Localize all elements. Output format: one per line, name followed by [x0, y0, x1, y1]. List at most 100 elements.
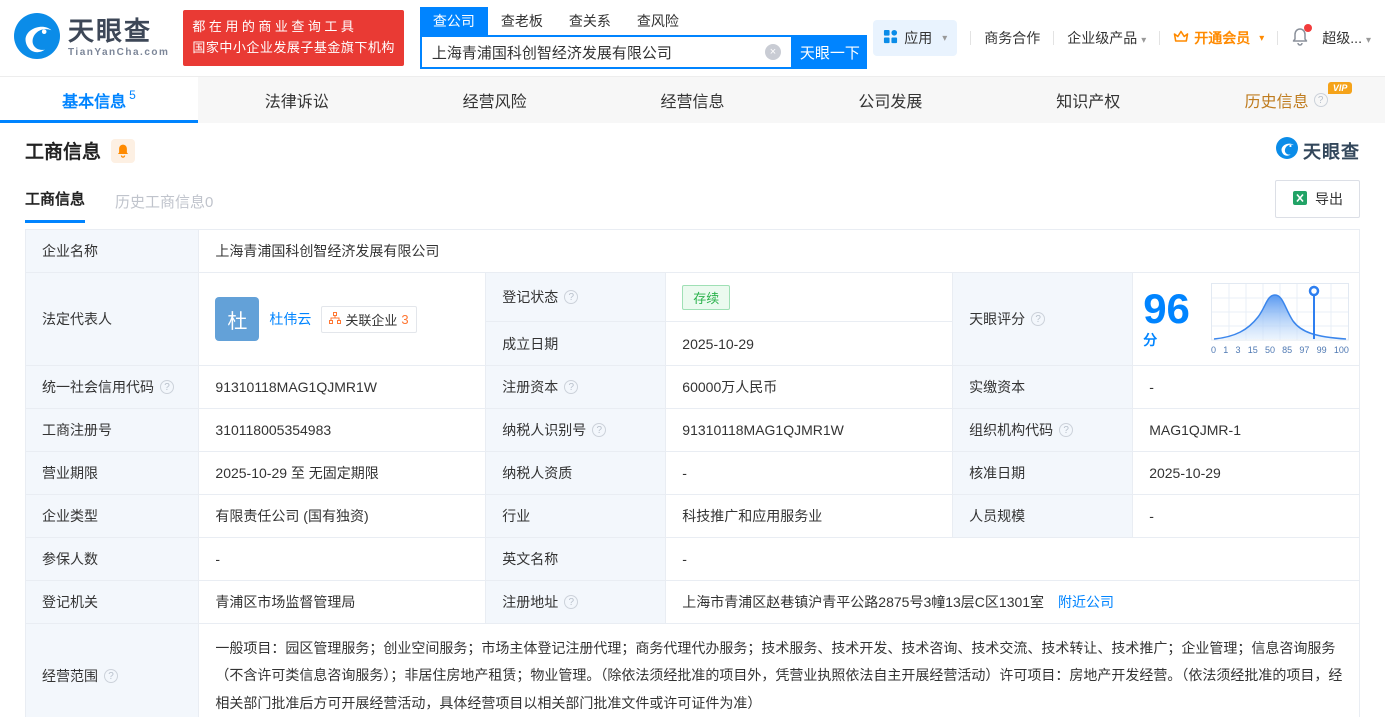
help-icon[interactable] — [1031, 312, 1046, 326]
field-label: 天眼评分 — [952, 272, 1134, 366]
help-icon[interactable] — [592, 423, 607, 437]
field-value: - — [665, 537, 1360, 581]
table-row: 参保人数 - 英文名称 - — [24, 537, 1360, 581]
promo-line1: 都在用的商业查询工具 — [192, 19, 358, 35]
field-label: 法定代表人 — [24, 272, 200, 366]
table-row: 经营范围 一般项目：园区管理服务；创业空间服务；市场主体登记注册代理；商务代理代… — [24, 623, 1360, 717]
field-value: 2025-10-29 至 无固定期限 — [198, 451, 487, 495]
field-label: 企业类型 — [24, 494, 200, 538]
field-value: - — [665, 451, 954, 495]
tab-company-development[interactable]: 公司发展 — [791, 77, 989, 123]
divider — [1159, 31, 1161, 45]
field-value: - — [198, 537, 487, 581]
notifications-bell-icon[interactable] — [1291, 24, 1313, 49]
field-label: 组织机构代码 — [952, 408, 1134, 452]
subscribe-bell-icon[interactable] — [111, 138, 136, 163]
watermark-text: 天眼查 — [1303, 141, 1360, 162]
table-row: 企业名称 上海青浦国科创智经济发展有限公司 — [24, 229, 1360, 273]
field-value: 上海市青浦区赵巷镇沪青平公路2875号3幢13层C区1301室 附近公司 — [665, 580, 1360, 624]
user-account-menu[interactable]: 超级... — [1322, 28, 1371, 48]
tab-history-info[interactable]: VIP 历史信息 — [1187, 77, 1385, 123]
top-header: 天眼查 TianYanCha.com 都在用的商业查询工具 国家中小企业发展子基… — [0, 0, 1385, 76]
related-companies-badge[interactable]: 关联企业 3 — [321, 305, 417, 333]
field-value: - — [1132, 494, 1360, 538]
tianyancha-swirl-icon — [14, 12, 60, 64]
clear-search-icon[interactable] — [764, 44, 781, 60]
business-scope-value: 一般项目：园区管理服务；创业空间服务；市场主体登记注册代理；商务代理代办服务；技… — [198, 623, 1360, 717]
tab-legal-proceedings[interactable]: 法律诉讼 — [198, 77, 396, 123]
field-label: 登记状态 — [485, 271, 667, 323]
field-label: 经营范围 — [24, 623, 200, 717]
nearby-companies-link[interactable]: 附近公司 — [1058, 594, 1114, 610]
help-icon[interactable] — [564, 595, 579, 609]
brand-name: 天眼查 — [68, 16, 153, 46]
field-label: 企业名称 — [24, 229, 200, 273]
field-value: 2025-10-29 — [665, 321, 954, 366]
help-icon[interactable] — [1313, 93, 1328, 107]
field-value: - — [1132, 365, 1360, 409]
company-name-value: 上海青浦国科创智经济发展有限公司 — [198, 229, 1360, 273]
tab-operating-info[interactable]: 经营信息 — [594, 77, 792, 123]
tab-basic-info[interactable]: 基本信息 5 — [0, 77, 198, 123]
table-row: 登记机关 青浦区市场监督管理局 注册地址 上海市青浦区赵巷镇沪青平公路2875号… — [24, 580, 1360, 624]
help-icon[interactable] — [564, 380, 579, 394]
open-vip-button[interactable]: 开通会员 — [1173, 28, 1264, 48]
search-tab-company[interactable]: 查公司 — [419, 7, 488, 35]
tianyancha-logo[interactable]: 天眼查 TianYanCha.com — [14, 12, 170, 64]
field-label: 纳税人资质 — [485, 451, 667, 495]
search-input[interactable]: 上海青浦国科创智经济发展有限公司 — [419, 35, 793, 69]
field-value: 60000万人民币 — [665, 365, 954, 409]
search-tab-risk[interactable]: 查风险 — [624, 7, 692, 35]
field-label: 行业 — [485, 494, 667, 538]
header-nav: 应用 商务合作 企业级产品 开通会员 超级... — [873, 20, 1371, 56]
vip-badge: VIP — [1327, 82, 1353, 94]
export-button[interactable]: 导出 — [1275, 180, 1360, 218]
table-row: 统一社会信用代码 91310118MAG1QJMR1W 注册资本 60000万人… — [24, 365, 1360, 409]
nav-enterprise-products[interactable]: 企业级产品 — [1067, 28, 1146, 48]
search-tab-boss[interactable]: 查老板 — [488, 7, 556, 35]
crown-icon — [1173, 30, 1189, 47]
field-value: 有限责任公司 (国有独资) — [198, 494, 487, 538]
legal-rep-avatar[interactable]: 杜 — [215, 297, 260, 341]
legal-rep-link[interactable]: 杜伟云 — [269, 309, 311, 329]
help-icon[interactable] — [1059, 423, 1074, 437]
org-chart-icon — [329, 311, 342, 327]
score-distribution-chart: 0 1 3 15 50 85 97 99 100 — [1211, 283, 1349, 355]
search-button[interactable]: 天眼一下 — [792, 35, 867, 69]
section-title: 工商信息 — [25, 142, 102, 163]
subtab-history-business-info[interactable]: 历史工商信息0 — [115, 191, 213, 223]
apps-menu[interactable]: 应用 — [873, 20, 958, 56]
tab-count: 5 — [129, 88, 136, 102]
help-icon[interactable] — [160, 380, 174, 394]
registered-address: 上海市青浦区赵巷镇沪青平公路2875号3幢13层C区1301室 — [682, 594, 1045, 610]
business-info-table: 企业名称 上海青浦国科创智经济发展有限公司 法定代表人 杜 杜伟云 关联企业 3 — [24, 229, 1360, 717]
search-tab-relation[interactable]: 查关系 — [556, 7, 624, 35]
brand-domain: TianYanCha.com — [68, 47, 170, 58]
field-label: 成立日期 — [485, 321, 667, 366]
field-label: 登记机关 — [24, 580, 200, 624]
help-icon[interactable] — [564, 290, 579, 305]
field-label: 参保人数 — [24, 537, 200, 581]
search-tabs: 查公司 查老板 查关系 查风险 — [419, 7, 867, 35]
nav-business-coop[interactable]: 商务合作 — [984, 28, 1040, 48]
table-row: 营业期限 2025-10-29 至 无固定期限 纳税人资质 - 核准日期 202… — [24, 451, 1360, 495]
vip-label: 开通会员 — [1194, 30, 1251, 46]
table-row: 企业类型 有限责任公司 (国有独资) 行业 科技推广和应用服务业 人员规模 - — [24, 494, 1360, 538]
tianyan-score: 96分 0 1 3 15 50 85 97 99 100 — [1143, 279, 1349, 359]
field-label: 纳税人识别号 — [485, 408, 667, 452]
notification-dot — [1304, 24, 1313, 32]
help-icon[interactable] — [104, 668, 118, 683]
tab-operating-risk[interactable]: 经营风险 — [396, 77, 594, 123]
field-label: 注册资本 — [485, 365, 667, 409]
tianyancha-watermark: 天眼查 — [1276, 137, 1360, 164]
tab-intellectual-property[interactable]: 知识产权 — [989, 77, 1187, 123]
divider — [970, 31, 972, 45]
score-unit: 分 — [1143, 332, 1158, 348]
score-axis-ticks: 0 1 3 15 50 85 97 99 100 — [1211, 345, 1349, 355]
field-label: 工商注册号 — [24, 408, 200, 452]
field-label: 统一社会信用代码 — [24, 365, 200, 409]
subtab-business-info[interactable]: 工商信息 — [25, 188, 86, 223]
field-label: 人员规模 — [952, 494, 1134, 538]
field-value: 科技推广和应用服务业 — [665, 494, 954, 538]
promo-banner: 都在用的商业查询工具 国家中小企业发展子基金旗下机构 — [183, 10, 404, 66]
